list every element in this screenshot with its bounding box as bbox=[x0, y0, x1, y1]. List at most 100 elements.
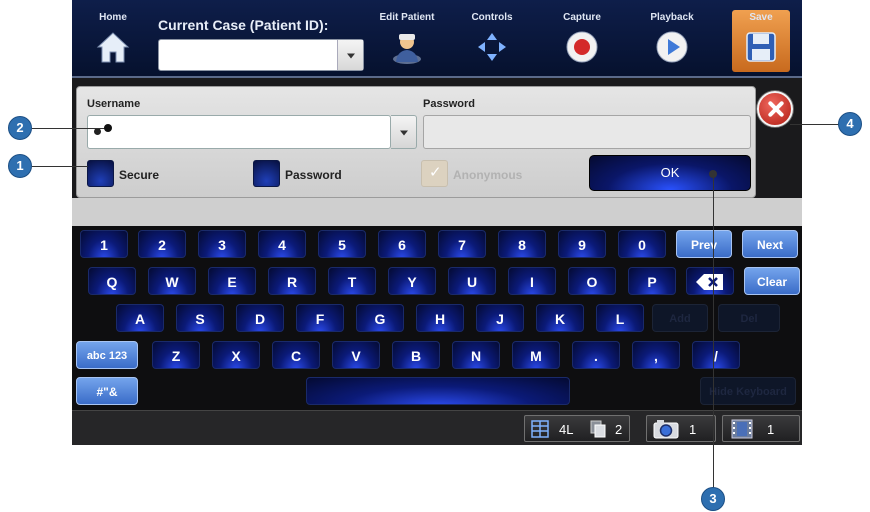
key-i[interactable]: I bbox=[508, 267, 556, 295]
chevron-down-icon bbox=[346, 53, 355, 59]
key-u[interactable]: U bbox=[448, 267, 496, 295]
key-a[interactable]: A bbox=[116, 304, 164, 332]
video-count-indicator[interactable]: 1 bbox=[722, 415, 800, 442]
key-m[interactable]: M bbox=[512, 341, 560, 369]
home-button[interactable]: Home bbox=[88, 0, 138, 76]
prev-button[interactable]: Prev bbox=[676, 230, 732, 258]
directional-arrows-icon bbox=[478, 33, 506, 61]
space-bar[interactable] bbox=[306, 377, 570, 405]
key-g[interactable]: G bbox=[356, 304, 404, 332]
password-input[interactable] bbox=[423, 115, 751, 149]
username-dropdown-button[interactable] bbox=[391, 115, 417, 149]
key-w[interactable]: W bbox=[148, 267, 196, 295]
capture-count-indicator[interactable]: 1 bbox=[646, 415, 716, 442]
edit-patient-button[interactable]: Edit Patient bbox=[372, 0, 442, 76]
key-period[interactable]: . bbox=[572, 341, 620, 369]
save-label: Save bbox=[749, 12, 773, 23]
key-d[interactable]: D bbox=[236, 304, 284, 332]
key-7[interactable]: 7 bbox=[438, 230, 486, 258]
key-1[interactable]: 1 bbox=[80, 230, 128, 258]
next-button[interactable]: Next bbox=[742, 230, 798, 258]
key-v[interactable]: V bbox=[332, 341, 380, 369]
key-s[interactable]: S bbox=[176, 304, 224, 332]
patient-icon bbox=[393, 34, 421, 64]
clear-button[interactable]: Clear bbox=[744, 267, 800, 295]
status-bar: 4L 2 1 1 bbox=[72, 410, 802, 445]
key-l[interactable]: L bbox=[596, 304, 644, 332]
secure-checkbox[interactable] bbox=[87, 160, 114, 187]
key-f[interactable]: F bbox=[296, 304, 344, 332]
username-label: Username bbox=[87, 98, 141, 110]
playback-label: Playback bbox=[650, 12, 694, 23]
key-o[interactable]: O bbox=[568, 267, 616, 295]
key-6[interactable]: 6 bbox=[378, 230, 426, 258]
key-h[interactable]: H bbox=[416, 304, 464, 332]
key-4[interactable]: 4 bbox=[258, 230, 306, 258]
record-icon bbox=[566, 31, 598, 63]
home-icon bbox=[96, 32, 130, 63]
film-strip-icon bbox=[731, 419, 753, 439]
capture-button[interactable]: Capture bbox=[547, 0, 617, 76]
key-e[interactable]: E bbox=[208, 267, 256, 295]
key-r[interactable]: R bbox=[268, 267, 316, 295]
callout-badge-4: 4 bbox=[838, 112, 862, 136]
key-x[interactable]: X bbox=[212, 341, 260, 369]
anonymous-label: Anonymous bbox=[453, 168, 523, 182]
password-label: Password bbox=[423, 98, 475, 110]
username-input[interactable] bbox=[87, 115, 391, 149]
capture-label: Capture bbox=[563, 12, 601, 23]
key-b[interactable]: B bbox=[392, 341, 440, 369]
key-y[interactable]: Y bbox=[388, 267, 436, 295]
key-slash[interactable]: / bbox=[692, 341, 740, 369]
callout-line-2 bbox=[32, 128, 108, 129]
callout-line-1 bbox=[32, 166, 88, 167]
key-n[interactable]: N bbox=[452, 341, 500, 369]
controls-button[interactable]: Controls bbox=[457, 0, 527, 76]
layout-indicator[interactable]: 4L 2 bbox=[524, 415, 630, 442]
backspace-button[interactable] bbox=[686, 267, 734, 295]
key-3[interactable]: 3 bbox=[198, 230, 246, 258]
symbols-button[interactable]: #"& bbox=[76, 377, 138, 405]
key-2[interactable]: 2 bbox=[138, 230, 186, 258]
key-t[interactable]: T bbox=[328, 267, 376, 295]
hide-keyboard-button[interactable]: Hide Keyboard bbox=[700, 377, 796, 405]
case-dropdown-button[interactable] bbox=[337, 40, 363, 70]
camera-value: 1 bbox=[689, 422, 697, 437]
close-icon[interactable] bbox=[757, 91, 793, 127]
save-button[interactable]: Save bbox=[732, 10, 790, 72]
key-c[interactable]: C bbox=[272, 341, 320, 369]
chevron-down-icon bbox=[399, 130, 408, 136]
add-button[interactable]: Add bbox=[652, 304, 708, 332]
case-select[interactable] bbox=[158, 39, 364, 71]
text-cursor bbox=[94, 128, 101, 135]
layout-value: 4L bbox=[559, 422, 574, 437]
key-z[interactable]: Z bbox=[152, 341, 200, 369]
ok-button[interactable]: OK bbox=[589, 155, 751, 191]
playback-button[interactable]: Playback bbox=[637, 0, 707, 76]
app-window: Home Current Case (Patient ID): Edit Pat… bbox=[72, 0, 802, 445]
on-screen-keyboard: 1 2 3 4 5 6 7 8 9 0 Prev Next Q W E R T … bbox=[72, 226, 802, 410]
key-j[interactable]: J bbox=[476, 304, 524, 332]
key-comma[interactable]: , bbox=[632, 341, 680, 369]
abc-123-button[interactable]: abc 123 bbox=[76, 341, 138, 369]
key-9[interactable]: 9 bbox=[558, 230, 606, 258]
key-p[interactable]: P bbox=[628, 267, 676, 295]
camera-icon bbox=[653, 420, 679, 439]
del-button[interactable]: Del bbox=[718, 304, 780, 332]
pages-icon bbox=[590, 420, 606, 438]
secure-label: Secure bbox=[119, 168, 160, 182]
password-checkbox[interactable] bbox=[253, 160, 280, 187]
callout-line-4 bbox=[790, 124, 840, 125]
top-toolbar: Home Current Case (Patient ID): Edit Pat… bbox=[72, 0, 802, 78]
key-5[interactable]: 5 bbox=[318, 230, 366, 258]
case-title: Current Case (Patient ID): bbox=[158, 17, 329, 33]
key-k[interactable]: K bbox=[536, 304, 584, 332]
floppy-disk-icon bbox=[746, 32, 776, 62]
key-8[interactable]: 8 bbox=[498, 230, 546, 258]
grid-layout-icon bbox=[531, 420, 549, 438]
key-0[interactable]: 0 bbox=[618, 230, 666, 258]
anonymous-checkbox[interactable]: ✓ bbox=[421, 160, 448, 187]
callout-badge-3: 3 bbox=[701, 487, 725, 511]
key-q[interactable]: Q bbox=[88, 267, 136, 295]
film-value: 1 bbox=[767, 422, 775, 437]
